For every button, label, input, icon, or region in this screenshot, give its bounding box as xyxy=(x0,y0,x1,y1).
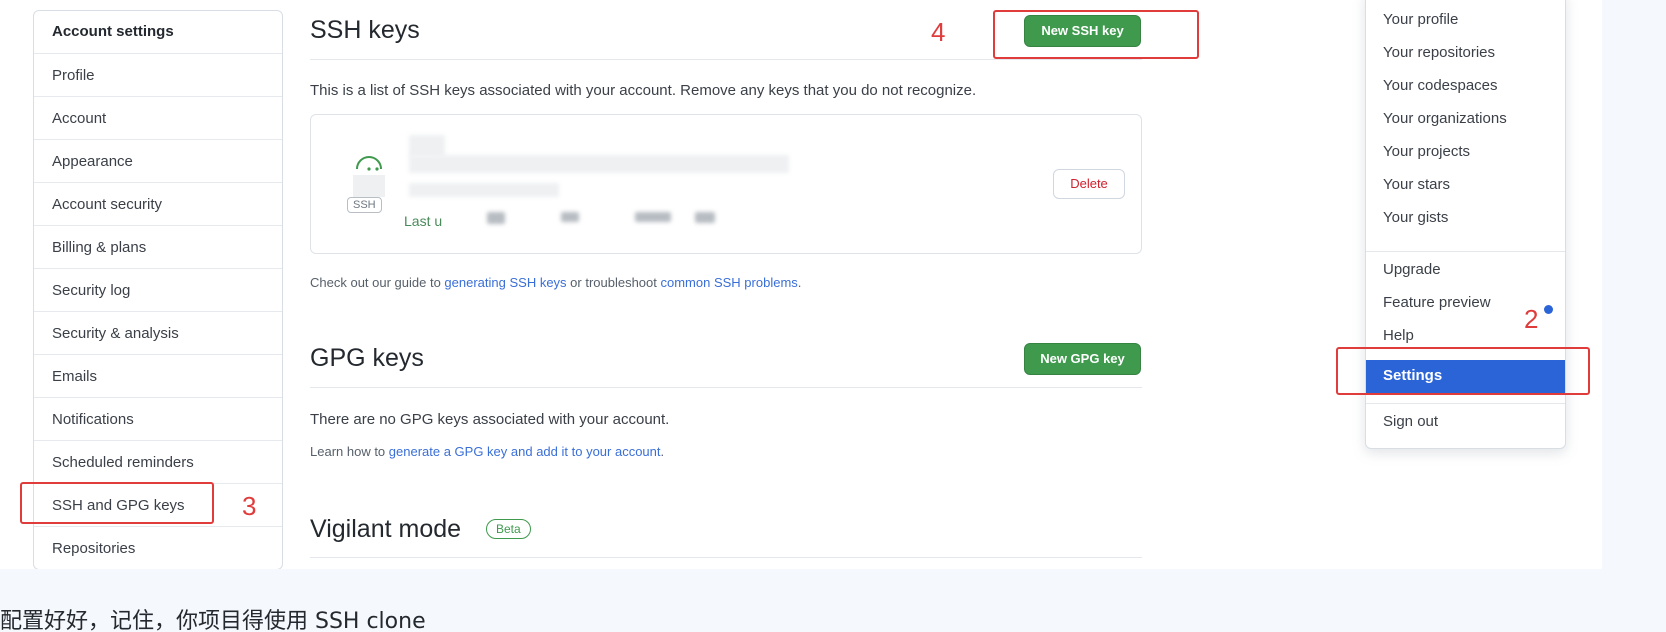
new-gpg-key-button[interactable]: New GPG key xyxy=(1024,343,1141,375)
redacted-date-4 xyxy=(695,212,715,223)
annotation-step-3: 3 xyxy=(242,491,257,521)
gpg-keys-title: GPG keys xyxy=(310,344,424,372)
redacted-key-meta xyxy=(409,183,559,197)
gpg-empty-text: There are no GPG keys associated with yo… xyxy=(310,411,670,428)
menu-item-your-codespaces[interactable]: Your codespaces xyxy=(1383,77,1498,94)
divider xyxy=(310,59,1142,60)
sidebar-item-profile[interactable]: Profile xyxy=(34,53,282,96)
redacted-date-2 xyxy=(561,212,579,222)
menu-item-sign-out[interactable]: Sign out xyxy=(1383,413,1438,430)
menu-item-your-profile[interactable]: Your profile xyxy=(1383,11,1458,28)
gpg-learn-text: Learn how to generate a GPG key and add … xyxy=(310,444,664,459)
sidebar-heading: Account settings xyxy=(52,23,174,40)
guide-prefix: Check out our guide to xyxy=(310,275,445,290)
generate-gpg-key-link[interactable]: generate a GPG key and add it to your ac… xyxy=(389,444,661,459)
learn-prefix: Learn how to xyxy=(310,444,389,459)
ssh-guide-text: Check out our guide to generating SSH ke… xyxy=(310,275,801,290)
sidebar-item-notifications[interactable]: Notifications xyxy=(34,397,282,440)
sidebar-item-scheduled-reminders[interactable]: Scheduled reminders xyxy=(34,440,282,483)
divider xyxy=(310,557,1142,558)
ssh-key-item: SSH Last u Delete xyxy=(310,114,1142,254)
guide-suffix: . xyxy=(797,275,802,290)
menu-divider xyxy=(1366,251,1565,252)
menu-divider xyxy=(1366,403,1565,404)
redacted-key-fingerprint xyxy=(409,155,789,173)
annotation-box-settings xyxy=(1336,347,1590,395)
common-ssh-problems-link[interactable]: common SSH problems xyxy=(661,275,798,290)
menu-item-help[interactable]: Help xyxy=(1383,327,1414,344)
menu-item-your-repositories[interactable]: Your repositories xyxy=(1383,44,1495,61)
beta-badge: Beta xyxy=(486,519,531,539)
feature-preview-indicator xyxy=(1544,305,1553,314)
ssh-keys-title: SSH keys xyxy=(310,16,420,44)
generating-ssh-keys-link[interactable]: generating SSH keys xyxy=(444,275,566,290)
annotation-box-ssh-gpg-keys xyxy=(20,482,214,524)
sidebar-item-repositories[interactable]: Repositories xyxy=(34,526,282,569)
delete-key-button[interactable]: Delete xyxy=(1053,169,1125,199)
sidebar-item-appearance[interactable]: Appearance xyxy=(34,139,282,182)
menu-item-your-gists[interactable]: Your gists xyxy=(1383,209,1448,226)
menu-item-upgrade[interactable]: Upgrade xyxy=(1383,261,1441,278)
menu-item-your-stars[interactable]: Your stars xyxy=(1383,176,1450,193)
guide-middle: or troubleshoot xyxy=(566,275,661,290)
ssh-description: This is a list of SSH keys associated wi… xyxy=(310,82,977,99)
learn-suffix: . xyxy=(660,444,665,459)
sidebar-item-billing[interactable]: Billing & plans xyxy=(34,225,282,268)
divider xyxy=(310,387,1142,388)
redacted-date-3 xyxy=(635,212,671,222)
sidebar-item-emails[interactable]: Emails xyxy=(34,354,282,397)
screenshot: Account settings Profile Account Appeara… xyxy=(0,0,1602,569)
sidebar-item-security-analysis[interactable]: Security & analysis xyxy=(34,311,282,354)
sidebar-item-security-log[interactable]: Security log xyxy=(34,268,282,311)
menu-item-feature-preview[interactable]: Feature preview xyxy=(1383,294,1491,311)
annotation-step-4: 4 xyxy=(931,17,946,47)
ssh-badge: SSH xyxy=(347,197,382,213)
redacted-date-1 xyxy=(487,212,505,224)
sidebar-item-account[interactable]: Account xyxy=(34,96,282,139)
annotation-box-new-ssh-key xyxy=(993,10,1199,59)
menu-item-your-organizations[interactable]: Your organizations xyxy=(1383,110,1507,127)
last-used-label: Last u xyxy=(404,213,443,229)
redacted-key-title xyxy=(409,135,445,157)
menu-item-your-projects[interactable]: Your projects xyxy=(1383,143,1470,160)
caption-text: 配置好好，记住，你项目得使用 SSH clone xyxy=(0,609,426,632)
annotation-step-2: 2 xyxy=(1524,304,1539,334)
sidebar-item-account-security[interactable]: Account security xyxy=(34,182,282,225)
vigilant-mode-title: Vigilant mode xyxy=(310,515,462,543)
